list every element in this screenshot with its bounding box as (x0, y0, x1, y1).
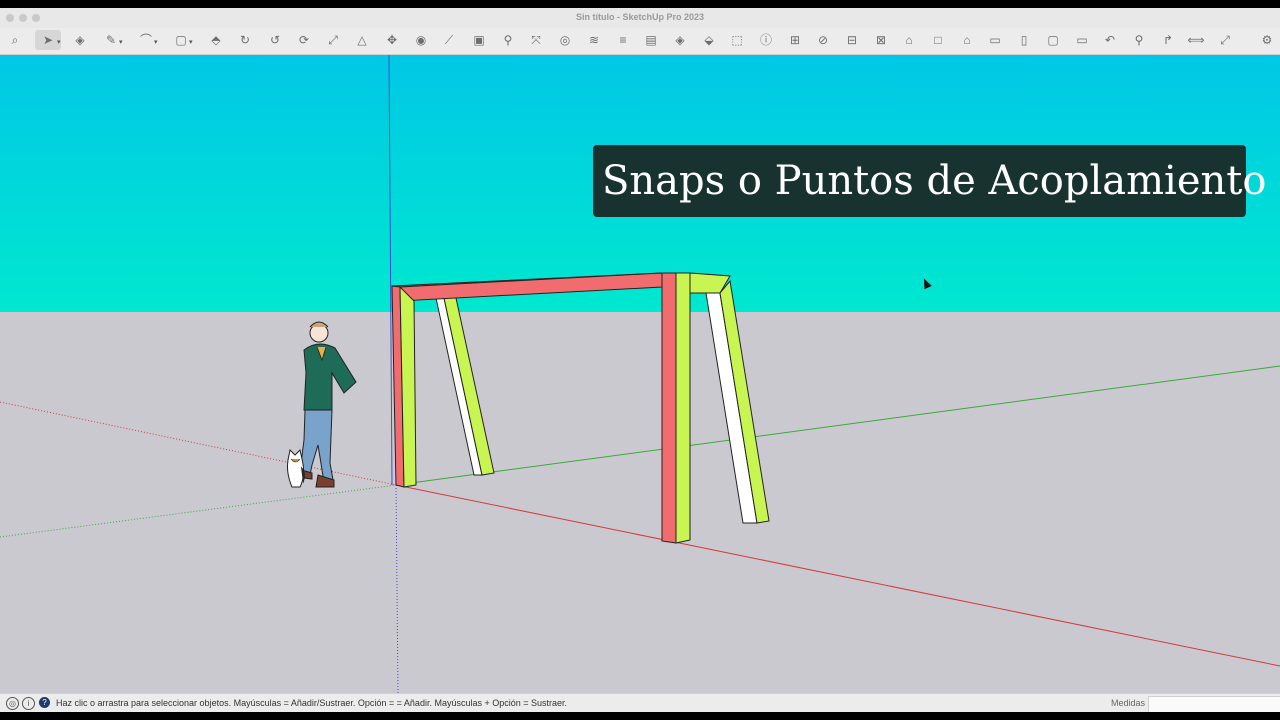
tool-dropdown-caret-icon[interactable]: ▾ (154, 38, 158, 46)
rectangle-tool-icon[interactable]: ▢ (172, 30, 190, 50)
scenes-tool-icon[interactable]: ▤ (642, 30, 660, 50)
ground-plane (0, 312, 1280, 693)
view-bottom-tool-icon[interactable]: ▭ (1073, 30, 1091, 50)
orbit-tool-icon[interactable]: ⟳ (295, 30, 313, 50)
measurements-label: Medidas (1111, 698, 1146, 708)
view-iso-tool-icon[interactable]: ⌂ (900, 30, 918, 50)
section-tool-icon[interactable]: ⊘ (814, 30, 832, 50)
view-back-tool-icon[interactable]: ▯ (1015, 30, 1033, 50)
view-top-tool-icon[interactable]: □ (929, 30, 947, 50)
overlay-title-banner: Snaps o Puntos de Acoplamiento (593, 145, 1266, 217)
extension-tool-icon[interactable]: ⬚ (728, 30, 746, 50)
scale-tool-icon[interactable]: ⤢ (324, 30, 342, 50)
search-tool-icon[interactable]: ⌕ (6, 30, 24, 50)
tool-dropdown-caret-icon[interactable]: ▾ (57, 38, 61, 46)
rotate-tool-icon[interactable]: ↻ (236, 30, 254, 50)
window-title: Sin título - SketchUp Pro 2023 (575, 12, 705, 22)
push-pull-tool-icon[interactable]: ⬘ (207, 30, 225, 50)
sandbox-tool-icon[interactable]: ⊞ (786, 30, 804, 50)
view-left-tool-icon[interactable]: ▢ (1044, 30, 1062, 50)
right-front-post[interactable] (661, 272, 691, 544)
main-toolbar: ⌕ ➤ ▾ ◈ ✎ ▾ ⌒ ▾ ▢ ▾ ⬘ ↻ ↺ ⟳ ⤢ △ ✥ ◉ ⟋ ▣ ⚲ ⤧ ◎ ≋ ≡ ▤ ◈ ⬙ ⬚ ⓘ ⊞ ⊘ ⊟ ⊠ ⌂ □ ⌂ ▭ ▯ ▢… (0, 28, 1280, 55)
tool-dropdown-caret-icon[interactable]: ▾ (119, 38, 123, 46)
components-tool-icon[interactable]: ◎ (556, 30, 574, 50)
measurements-field[interactable] (1148, 696, 1280, 712)
drawing-viewport[interactable]: Snaps o Puntos de Acoplamiento (0, 55, 1280, 693)
left-front-post[interactable] (391, 285, 417, 488)
text-tool-icon[interactable]: ▣ (470, 30, 488, 50)
title-bar: Sin título - SketchUp Pro 2023 (0, 8, 1280, 28)
tape-tool-icon[interactable]: ⟋ (440, 30, 458, 50)
expand-tool-icon[interactable]: ⤢ (1216, 30, 1234, 50)
follow-me-tool-icon[interactable]: ↺ (266, 30, 284, 50)
info-tool-icon[interactable]: ⓘ (757, 30, 775, 50)
protractor-tool-icon[interactable]: △ (353, 30, 371, 50)
sketchup-window: Sin título - SketchUp Pro 2023 ⌕ ➤ ▾ ◈ ✎ ▾ ⌒ ▾ ▢… (0, 8, 1280, 712)
undo-view-tool-icon[interactable]: ↶ (1101, 30, 1119, 50)
view-front-tool-icon[interactable]: ⌂ (958, 30, 976, 50)
move-tool-icon[interactable]: ✥ (383, 30, 401, 50)
styles-tool-icon[interactable]: ≋ (585, 30, 603, 50)
solid-tool-icon[interactable]: ⊠ (872, 30, 890, 50)
settings-gear-icon[interactable]: ⚙ (1258, 30, 1276, 50)
warehouse-tool-icon[interactable]: ⬙ (700, 30, 718, 50)
status-help-text: Haz clic o arrastra para seleccionar obj… (56, 698, 568, 708)
magnify-tool-icon[interactable]: ⚲ (1130, 30, 1148, 50)
outliner-tool-icon[interactable]: ⊟ (843, 30, 861, 50)
arc-tool-icon[interactable]: ⌒ (137, 30, 155, 50)
zoom-tool-icon[interactable]: ⚲ (499, 30, 517, 50)
paint-tool-icon[interactable]: ◉ (412, 30, 430, 50)
geo-location-icon[interactable]: ◎ (6, 697, 19, 710)
status-bar: ◎ i ? Haz clic o arrastra para seleccion… (0, 693, 1280, 712)
credits-info-icon[interactable]: i (22, 697, 35, 710)
layers-tool-icon[interactable]: ≡ (614, 30, 632, 50)
walk-tool-icon[interactable]: ↱ (1159, 30, 1177, 50)
tool-dropdown-caret-icon[interactable]: ▾ (189, 38, 193, 46)
pencil-tool-icon[interactable]: ✎ (102, 30, 120, 50)
user-account-icon[interactable]: ? (39, 697, 50, 708)
view-right-tool-icon[interactable]: ▭ (986, 30, 1004, 50)
pan-tool-icon[interactable]: ⟺ (1187, 30, 1205, 50)
eraser-tool-icon[interactable]: ◈ (71, 30, 89, 50)
position-camera-tool-icon[interactable]: ◈ (671, 30, 689, 50)
zoom-extents-tool-icon[interactable]: ⤧ (527, 30, 545, 50)
